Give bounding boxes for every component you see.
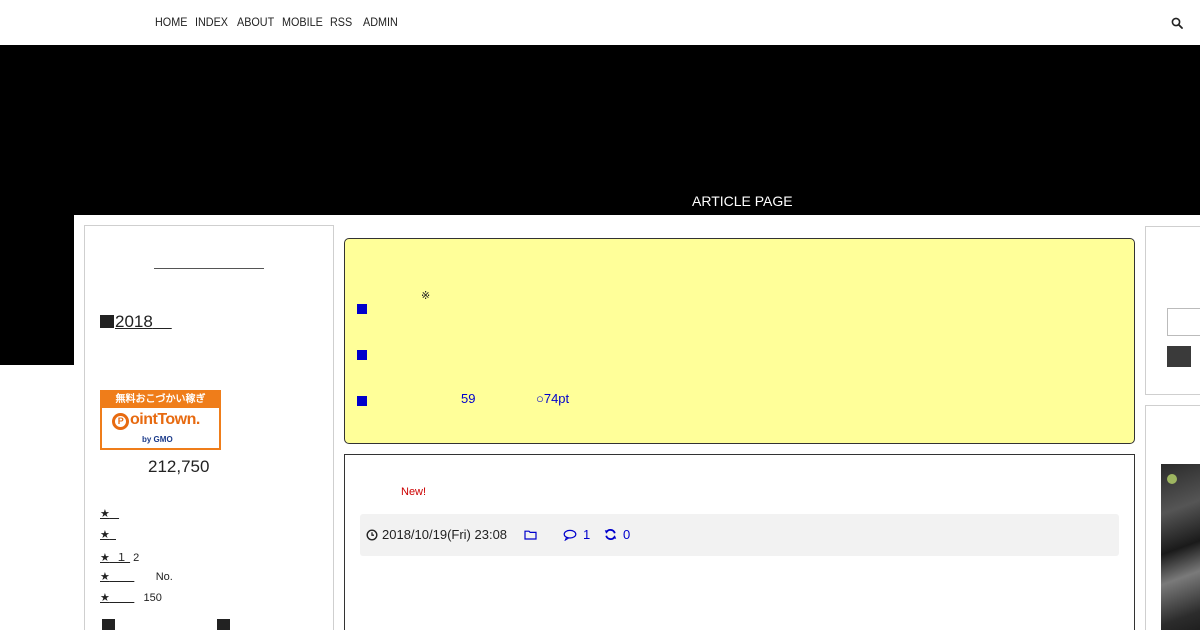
post-date: 2018/10/19(Fri) 23:08 bbox=[382, 527, 508, 542]
note-mark: ※ bbox=[421, 290, 431, 302]
search-icon[interactable] bbox=[1171, 17, 1183, 29]
link-suffix: 150 bbox=[143, 592, 162, 604]
new-badge: New! bbox=[401, 486, 427, 498]
pointtown-logo-text: ointTown. bbox=[130, 411, 200, 428]
hero-banner-extension bbox=[0, 215, 74, 365]
square-bullet-icon bbox=[102, 619, 115, 630]
refresh-icon[interactable] bbox=[604, 528, 617, 541]
article-meta-bar: 2018/10/19(Fri) 23:08 1 0 bbox=[360, 514, 1119, 556]
profile-photo bbox=[1161, 464, 1200, 630]
search-button[interactable] bbox=[1167, 346, 1191, 367]
hero-banner: ARTICLE PAGE bbox=[0, 45, 1200, 215]
comment-icon[interactable] bbox=[563, 529, 577, 541]
profile-widget bbox=[1145, 405, 1200, 630]
top-navigation: HOME INDEX ABOUT MOBILE RSS ADMIN bbox=[0, 0, 1200, 45]
folder-icon[interactable] bbox=[524, 529, 537, 540]
link-underline-pad bbox=[110, 529, 116, 541]
sidebar-link[interactable]: ★ bbox=[100, 528, 173, 549]
link-suffix: 2 bbox=[133, 552, 140, 564]
star-bullet: ★ bbox=[100, 529, 110, 541]
hero-title: ARTICLE PAGE bbox=[692, 193, 793, 209]
link-underline-pad bbox=[110, 592, 134, 604]
pointtown-banner-caption: 無料おこづかい稼ぎ bbox=[102, 392, 219, 408]
link-underline-pad bbox=[110, 508, 119, 520]
square-bullet-icon bbox=[100, 315, 114, 328]
archive-year-label: 2018 bbox=[115, 312, 153, 331]
sidebar-link[interactable]: ★ bbox=[100, 507, 173, 528]
comment-count[interactable]: 1 bbox=[583, 527, 590, 542]
archive-year-link[interactable]: 2018 bbox=[100, 312, 172, 332]
star-bullet: ★ bbox=[100, 571, 110, 583]
blue-square-bullet-icon bbox=[357, 350, 367, 360]
search-widget bbox=[1145, 226, 1200, 395]
nav-mobile[interactable]: MOBILE bbox=[282, 15, 323, 29]
pointtown-banner[interactable]: 無料おこづかい稼ぎ PointTown. by GMO bbox=[100, 390, 221, 450]
article-entry: New! 2018/10/19(Fri) 23:08 1 0 bbox=[344, 454, 1135, 630]
link-underline-pad bbox=[110, 571, 134, 583]
blue-square-bullet-icon bbox=[357, 304, 367, 314]
divider bbox=[154, 268, 264, 269]
pointtown-by-gmo: by GMO bbox=[142, 435, 173, 444]
search-input[interactable] bbox=[1167, 308, 1200, 336]
sidebar-link[interactable]: ★ 150 bbox=[100, 591, 173, 612]
sidebar-link[interactable]: ★ １ 2 bbox=[100, 549, 173, 570]
star-bullet: ★ bbox=[100, 552, 110, 564]
notice-box: ※ 59 ○74pt bbox=[344, 238, 1135, 444]
link-number: １ bbox=[116, 552, 127, 564]
pointtown-logo-mark: P bbox=[112, 413, 129, 430]
point-count: 212,750 bbox=[148, 457, 210, 476]
nav-admin[interactable]: ADMIN bbox=[363, 15, 398, 29]
nav-home[interactable]: HOME bbox=[155, 15, 187, 29]
notice-points-value: ○74pt bbox=[536, 391, 570, 406]
sidebar-link-list: ★ ★ ★ １ 2 ★ No. ★ 150 bbox=[100, 507, 173, 612]
link-suffix: No. bbox=[155, 571, 173, 583]
year-underline-pad bbox=[153, 312, 172, 331]
star-bullet: ★ bbox=[100, 508, 110, 520]
trackback-count[interactable]: 0 bbox=[623, 527, 630, 542]
sidebar-link[interactable]: ★ No. bbox=[100, 570, 173, 591]
nav-rss[interactable]: RSS bbox=[330, 15, 352, 29]
pointtown-logo: PointTown. bbox=[112, 411, 200, 430]
left-sidebar: 2018 無料おこづかい稼ぎ PointTown. by GMO 212,750… bbox=[84, 225, 334, 630]
notice-count-value: 59 bbox=[461, 391, 476, 406]
nav-index[interactable]: INDEX bbox=[195, 15, 228, 29]
nav-about[interactable]: ABOUT bbox=[237, 15, 274, 29]
blue-square-bullet-icon bbox=[357, 396, 367, 406]
star-bullet: ★ bbox=[100, 592, 110, 604]
square-bullet-icon bbox=[217, 619, 230, 630]
link-underline-pad bbox=[127, 552, 130, 564]
square-markers bbox=[102, 619, 302, 630]
photo-highlight bbox=[1167, 474, 1177, 484]
clock-icon bbox=[366, 529, 378, 541]
